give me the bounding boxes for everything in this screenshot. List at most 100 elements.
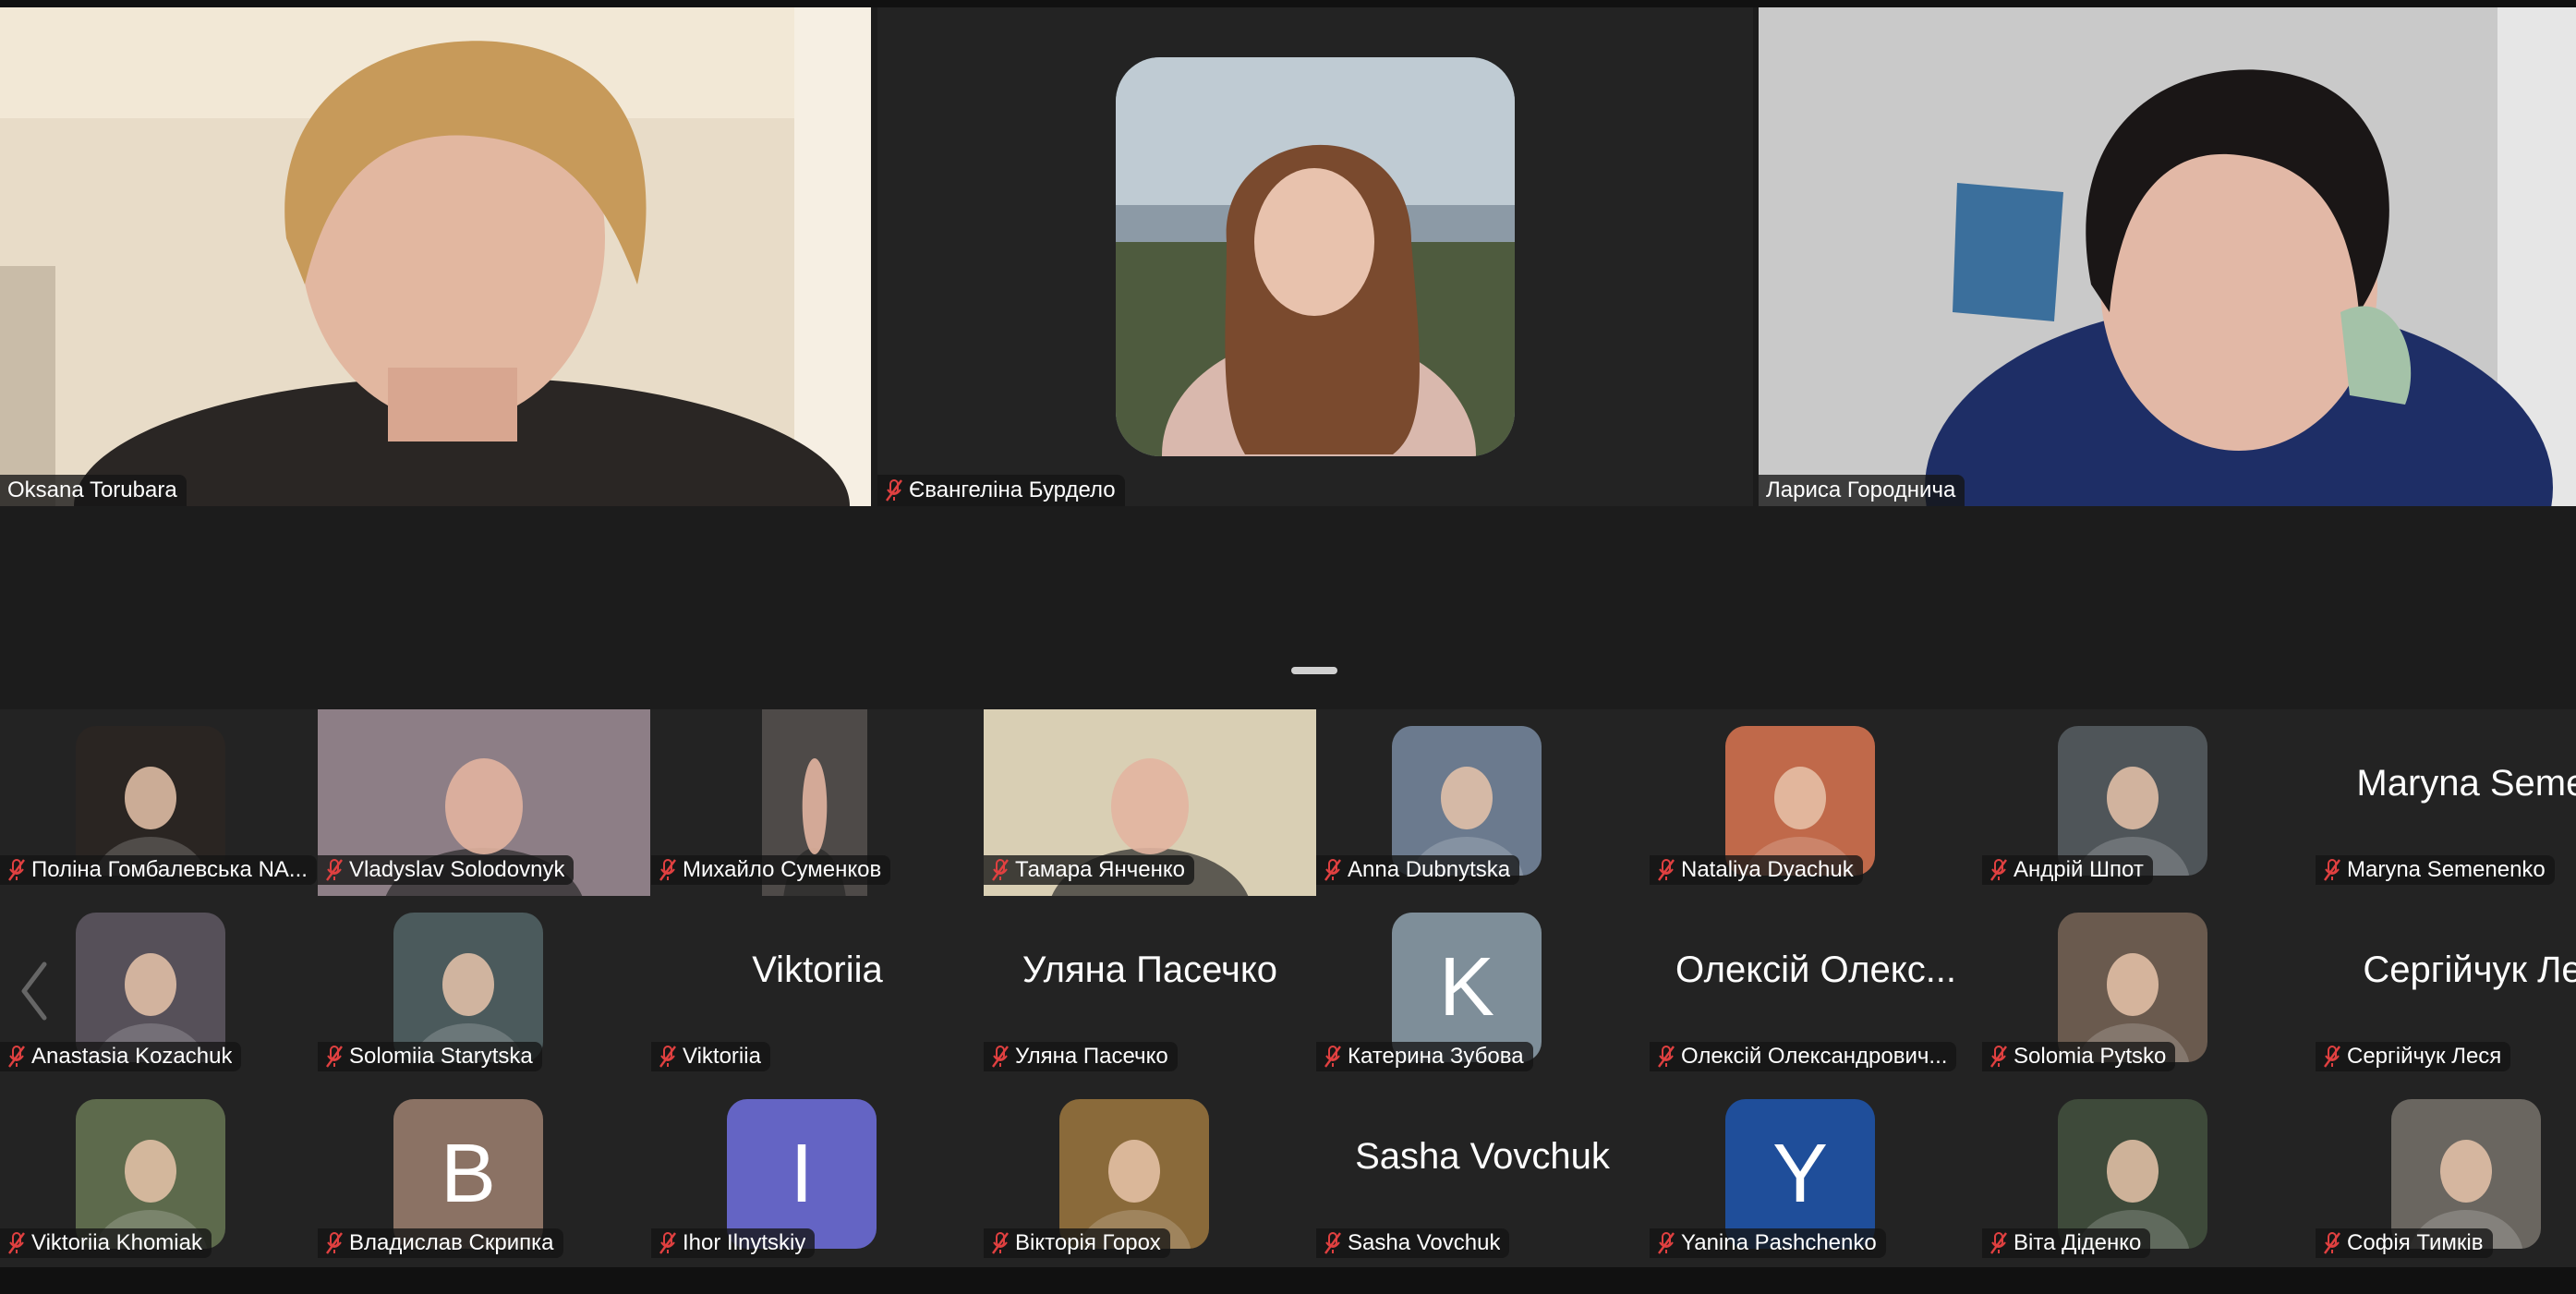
muted-mic-icon <box>992 859 1009 881</box>
participant-name-tag: Maryna Semenenko <box>2316 855 2555 885</box>
participant-tile[interactable]: Vladyslav Solodovnyk <box>318 709 650 896</box>
participant-tile[interactable]: Sasha Vovchuk Sasha Vovchuk <box>1316 1082 1649 1269</box>
participant-name: Vladyslav Solodovnyk <box>349 857 565 882</box>
participant-photo <box>76 1099 225 1249</box>
muted-mic-icon <box>1324 1232 1341 1254</box>
muted-mic-icon <box>886 479 902 502</box>
speaker-name: Oksana Torubara <box>7 478 177 502</box>
participant-tile[interactable]: Віта Діденко <box>1982 1082 2315 1269</box>
participant-tile[interactable]: K Катерина Зубова <box>1316 896 1649 1082</box>
participant-display-name: Уляна Пасечко <box>1022 949 1278 990</box>
speaker-name-tag: Лариса Городнича <box>1759 475 1965 506</box>
participant-tile[interactable]: Nataliya Dyachuk <box>1650 709 1982 896</box>
participant-name: Anastasia Kozachuk <box>31 1044 233 1069</box>
speaker-name-tag: Євангеліна Бурдело <box>877 475 1125 506</box>
participant-tile[interactable]: Solomia Pytsko <box>1982 896 2315 1082</box>
muted-mic-icon <box>8 1232 25 1254</box>
muted-mic-icon <box>1990 859 2007 881</box>
participant-name: Solomia Pytsko <box>2014 1044 2167 1069</box>
participant-initial: K <box>1392 913 1542 1062</box>
resize-handle[interactable] <box>1291 667 1337 674</box>
participant-name-tag: Сергійчук Леся <box>2316 1042 2511 1071</box>
participant-name-tag: Yanina Pashchenko <box>1650 1228 1886 1258</box>
participant-name-tag: Sasha Vovchuk <box>1316 1228 1510 1258</box>
participant-tile[interactable]: I Ihor Ilnytskiy <box>651 1082 984 1269</box>
participant-name: Михайло Суменков <box>683 857 882 882</box>
participant-name: Сергійчук Леся <box>2347 1044 2502 1069</box>
participant-name: Maryna Semenenko <box>2347 857 2546 882</box>
participant-tile[interactable]: Олексій Олекс... Олексій Олександрович... <box>1650 896 1982 1082</box>
muted-mic-icon <box>1324 1046 1341 1068</box>
participant-tile[interactable]: Сергійчук Лес Сергійчук Леся <box>2316 896 2576 1082</box>
participant-name-tag: Владислав Скрипка <box>318 1228 563 1258</box>
participant-photo <box>2058 1099 2207 1249</box>
participant-name-tag: Віта Діденко <box>1982 1228 2151 1258</box>
participant-name: Тамара Янченко <box>1015 857 1185 882</box>
participant-name: Віта Діденко <box>2014 1230 2142 1255</box>
participant-initial: I <box>727 1099 877 1249</box>
participant-photo <box>2058 913 2207 1062</box>
participant-name: Владислав Скрипка <box>349 1230 554 1255</box>
participant-tile[interactable]: B Владислав Скрипка <box>318 1082 650 1269</box>
participant-name: Viktoriia <box>683 1044 761 1069</box>
participant-name-tag: Уляна Пасечко <box>984 1042 1178 1071</box>
participant-tile[interactable]: Y Yanina Pashchenko <box>1650 1082 1982 1269</box>
participant-tile[interactable]: Поліна Гомбалевська NA... <box>0 709 333 896</box>
participant-name: Sasha Vovchuk <box>1348 1230 1501 1255</box>
muted-mic-icon <box>8 1046 25 1068</box>
participant-tile[interactable]: Андрій Шпот <box>1982 709 2315 896</box>
muted-mic-icon <box>326 859 343 881</box>
participant-tile[interactable]: Михайло Суменков <box>651 709 984 896</box>
participant-name: Вікторія Горох <box>1015 1230 1161 1255</box>
speaker-video <box>1759 7 2576 506</box>
participant-name-tag: Vladyslav Solodovnyk <box>318 855 574 885</box>
muted-mic-icon <box>1990 1046 2007 1068</box>
muted-mic-icon <box>659 1046 676 1068</box>
participant-tile[interactable]: Viktoriia Khomiak <box>0 1082 333 1269</box>
muted-mic-icon <box>659 859 676 881</box>
chevron-left-icon[interactable] <box>17 959 54 1023</box>
participant-photo <box>76 726 225 876</box>
participant-tile[interactable]: Anna Dubnytska <box>1316 709 1649 896</box>
participant-tile[interactable]: Solomiia Starytska <box>318 896 650 1082</box>
participant-name: Андрій Шпот <box>2014 857 2144 882</box>
speaker-tile-1[interactable]: Oksana Torubara <box>0 7 871 506</box>
participant-tile[interactable]: Тамара Янченко <box>984 709 1316 896</box>
muted-mic-icon <box>326 1046 343 1068</box>
speaker-tile-2[interactable]: Євангеліна Бурдело <box>877 7 1753 506</box>
participant-name: Anna Dubnytska <box>1348 857 1511 882</box>
speaker-video <box>0 7 871 506</box>
participant-photo <box>2058 726 2207 876</box>
participant-display-name: Maryna Semen <box>2356 763 2576 804</box>
participant-name-tag: Viktoriia <box>651 1042 770 1071</box>
participant-tile[interactable]: Viktoriia Viktoriia <box>651 896 984 1082</box>
participant-tile[interactable]: Уляна Пасечко Уляна Пасечко <box>984 896 1316 1082</box>
participant-name-tag: Nataliya Dyachuk <box>1650 855 1863 885</box>
muted-mic-icon <box>1658 1046 1675 1068</box>
participant-name-tag: Поліна Гомбалевська NA... <box>0 855 317 885</box>
participant-name: Ihor Ilnytskiy <box>683 1230 806 1255</box>
participant-tile[interactable]: Софія Тимків <box>2316 1082 2576 1269</box>
participant-name-tag: Вікторія Горох <box>984 1228 1170 1258</box>
participant-photo <box>1392 726 1542 876</box>
participant-name-tag: Андрій Шпот <box>1982 855 2153 885</box>
participant-name-tag: Solomia Pytsko <box>1982 1042 2176 1071</box>
participant-tile[interactable]: Maryna Semen Maryna Semenenko <box>2316 709 2576 896</box>
participant-name: Катерина Зубова <box>1348 1044 1524 1069</box>
participant-name-tag: Тамара Янченко <box>984 855 1194 885</box>
participant-name-tag: Ihor Ilnytskiy <box>651 1228 816 1258</box>
participant-name-tag: Solomiia Starytska <box>318 1042 542 1071</box>
muted-mic-icon <box>659 1232 676 1254</box>
speaker-tile-3[interactable]: Лариса Городнича <box>1759 7 2576 506</box>
speaker-name: Євангеліна Бурдело <box>909 478 1116 502</box>
muted-mic-icon <box>8 859 25 881</box>
participant-display-name: Сергійчук Лес <box>2363 949 2576 990</box>
participant-name-tag: Viktoriia Khomiak <box>0 1228 212 1258</box>
participant-tile[interactable]: Вікторія Горох <box>984 1082 1316 1269</box>
participant-name: Олексій Олександрович... <box>1681 1044 1948 1069</box>
participant-name-tag: Катерина Зубова <box>1316 1042 1533 1071</box>
participant-name: Solomiia Starytska <box>349 1044 533 1069</box>
participant-initial: B <box>393 1099 543 1249</box>
participant-name-tag: Anna Dubnytska <box>1316 855 1520 885</box>
participant-name-tag: Олексій Олександрович... <box>1650 1042 1957 1071</box>
